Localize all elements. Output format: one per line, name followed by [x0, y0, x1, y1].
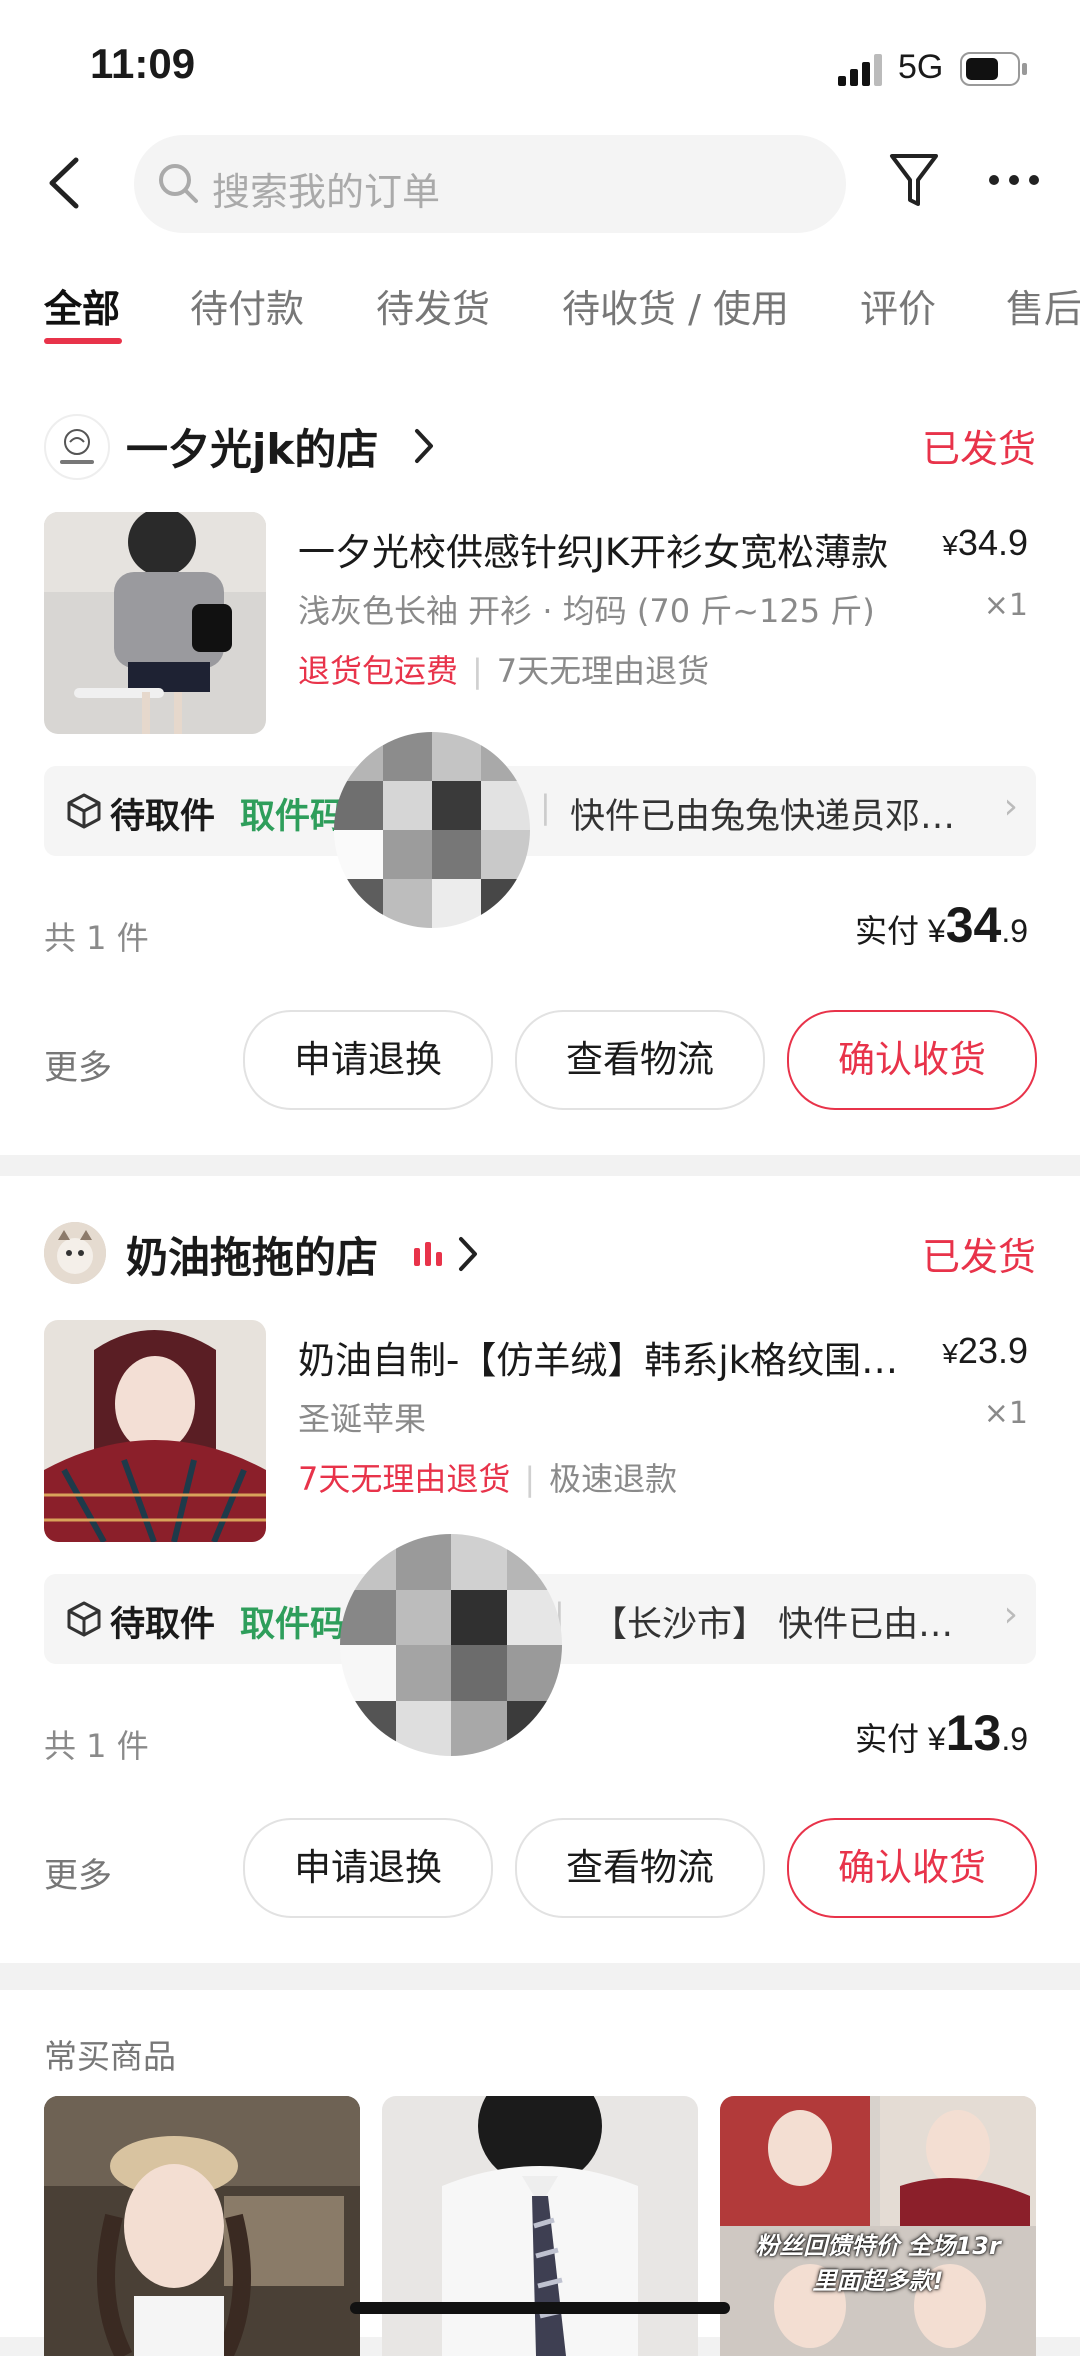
confirm-receipt-button[interactable]: 确认收货 — [787, 1010, 1037, 1110]
tag-free-return-shipping: 退货包运费 — [298, 652, 459, 690]
tab-all[interactable]: 全部 — [44, 278, 120, 333]
chevron-right-icon: › — [1003, 1594, 1018, 1635]
signal-icon — [838, 54, 882, 86]
tab-after-sales[interactable]: 售后 — [1006, 278, 1080, 333]
package-icon — [67, 1601, 101, 1637]
recommended-product-image[interactable] — [382, 2096, 698, 2356]
section-title: 常买商品 — [44, 2037, 176, 2076]
live-bars-icon — [414, 1242, 442, 1266]
battery-icon — [960, 52, 1027, 86]
product-image[interactable] — [44, 1320, 266, 1542]
view-logistics-button[interactable]: 查看物流 — [515, 1818, 765, 1918]
product-spec: 圣诞苹果 — [298, 1400, 427, 1438]
order-card: 一夕光jk的店 已发货 一夕光校供感针织JK开衫女宽松薄款 ¥34.9 浅灰色长… — [0, 368, 1080, 1155]
paid-amount: 实付 ¥13.9 — [854, 1705, 1028, 1761]
back-arrow-icon[interactable] — [44, 154, 84, 212]
pickup-status: 待取件 — [110, 797, 216, 837]
order-status: 已发货 — [921, 427, 1036, 471]
tag-7-day-return: 7天无理由退货 — [298, 1460, 511, 1498]
shop-name[interactable]: 奶油拖拖的店 — [126, 1224, 378, 1285]
pickup-code-label: 取件码 — [240, 797, 346, 837]
product-quantity: ×1 — [983, 588, 1028, 623]
request-return-button[interactable]: 申请退换 — [243, 1010, 493, 1110]
status-bar: 11:09 5G — [0, 0, 1080, 130]
pickup-status: 待取件 — [110, 1605, 216, 1645]
chevron-right-icon[interactable] — [412, 426, 436, 466]
pickup-divider: | — [540, 788, 551, 826]
product-price: ¥23.9 — [942, 1330, 1028, 1371]
product-quantity: ×1 — [983, 1396, 1028, 1431]
tab-active-indicator — [44, 338, 122, 344]
order-status: 已发货 — [921, 1235, 1036, 1279]
product-image[interactable] — [44, 512, 266, 734]
service-tags: 7天无理由退货 | 极速退款 — [298, 1460, 678, 1498]
order-card: 奶油拖拖的店 已发货 奶油自制-【仿羊绒】韩系jk格纹围巾女 ¥23.9 圣诞苹… — [0, 1176, 1080, 1963]
item-count: 共 1 件 — [44, 919, 149, 957]
search-bar[interactable]: 搜索我的订单 — [134, 135, 846, 233]
promo-banner-text: 粉丝回馈特价 全场13r 里面超多款! — [755, 2232, 1001, 2295]
shop-logo[interactable] — [44, 1222, 106, 1284]
product-title[interactable]: 奶油自制-【仿羊绒】韩系jk格纹围巾女 — [298, 1330, 913, 1384]
pickup-bar[interactable]: 待取件 取件码 | 快件已由兔兔快递员邓师傅揽收 › — [44, 766, 1036, 856]
shop-name[interactable]: 一夕光jk的店 — [126, 416, 378, 477]
request-return-button[interactable]: 申请退换 — [243, 1818, 493, 1918]
tab-pending-shipment[interactable]: 待发货 — [376, 278, 490, 333]
recommended-product-image[interactable]: 粉丝回馈特价 全场13r 里面超多款! — [720, 2096, 1036, 2356]
recommended-product-image[interactable] — [44, 2096, 360, 2356]
pixelated-code-mosaic — [334, 732, 530, 928]
status-time: 11:09 — [90, 40, 196, 87]
pickup-info: 【长沙市】 快件已由驿站代收 — [592, 1605, 982, 1645]
pixelated-code-mosaic — [340, 1534, 562, 1756]
more-options-icon[interactable] — [986, 172, 1042, 188]
order-tabs: 全部 待付款 待发货 待收货 / 使用 评价 售后 — [0, 260, 1080, 365]
home-indicator[interactable] — [350, 2302, 730, 2314]
paid-amount: 实付 ¥34.9 — [854, 897, 1028, 953]
service-tags: 退货包运费 | 7天无理由退货 — [298, 652, 710, 690]
tab-pending-payment[interactable]: 待付款 — [190, 278, 304, 333]
product-spec: 浅灰色长袖 开衫 · 均码 (70 斤~125 斤) — [298, 592, 875, 630]
product-title[interactable]: 一夕光校供感针织JK开衫女宽松薄款 — [298, 522, 913, 576]
chevron-right-icon[interactable] — [456, 1234, 480, 1274]
search-placeholder: 搜索我的订单 — [212, 170, 441, 214]
product-price: ¥34.9 — [942, 522, 1028, 563]
tag-fast-refund: 极速退款 — [549, 1460, 678, 1498]
pickup-code-label: 取件码 — [240, 1605, 346, 1645]
tab-review[interactable]: 评价 — [860, 278, 936, 333]
view-logistics-button[interactable]: 查看物流 — [515, 1010, 765, 1110]
confirm-receipt-button[interactable]: 确认收货 — [787, 1818, 1037, 1918]
tag-7-day-return: 7天无理由退货 — [496, 652, 710, 690]
search-icon — [159, 164, 198, 203]
shop-logo[interactable] — [44, 414, 110, 480]
package-icon — [67, 793, 101, 829]
more-actions[interactable]: 更多 — [44, 1040, 112, 1089]
tab-pending-receipt[interactable]: 待收货 / 使用 — [562, 278, 789, 333]
frequently-bought-section: 常买商品 粉丝回馈特价 全场13r 里面超多款! — [0, 1990, 1080, 2356]
item-count: 共 1 件 — [44, 1727, 149, 1765]
pickup-info: 快件已由兔兔快递员邓师傅揽收 — [570, 797, 982, 837]
chevron-right-icon: › — [1003, 786, 1018, 827]
network-type: 5G — [898, 48, 944, 86]
filter-icon[interactable] — [888, 150, 940, 212]
more-actions[interactable]: 更多 — [44, 1848, 112, 1897]
